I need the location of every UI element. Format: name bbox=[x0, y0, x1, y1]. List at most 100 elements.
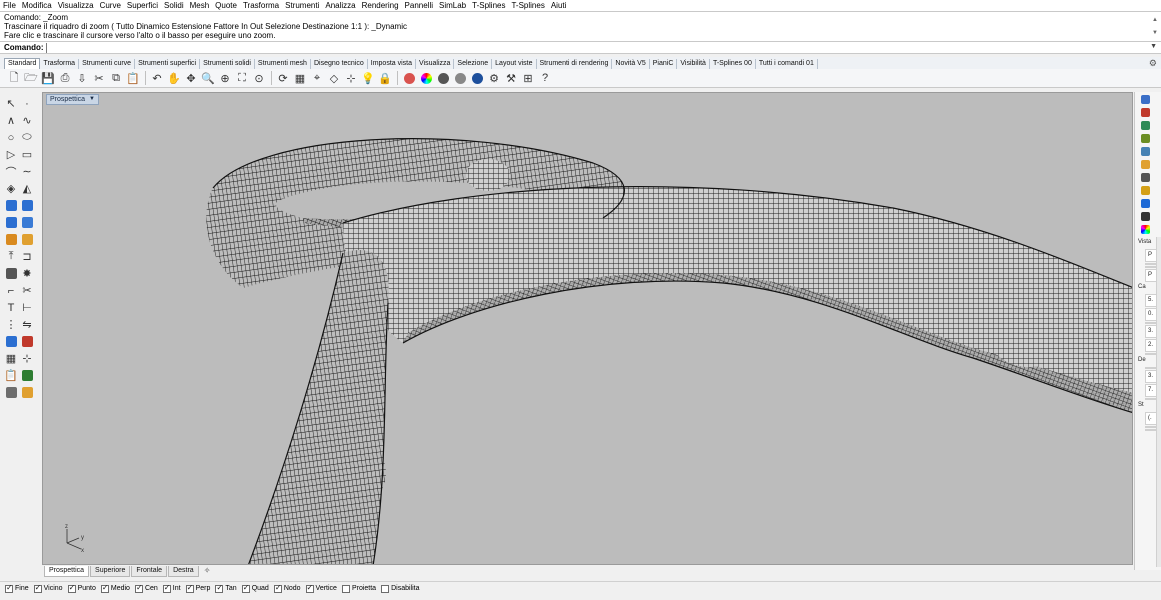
explode-icon[interactable]: ✸ bbox=[19, 266, 35, 282]
extrude-icon[interactable]: ⤒ bbox=[3, 249, 19, 265]
text-icon[interactable]: T bbox=[3, 300, 19, 316]
osnap-cen[interactable]: Cen bbox=[134, 583, 158, 593]
menu-item-t-splines[interactable]: T-Splines bbox=[511, 0, 544, 11]
import-icon[interactable]: ⇩ bbox=[74, 71, 90, 86]
undo-icon[interactable]: ↶ bbox=[149, 71, 165, 86]
color-wheel-icon[interactable] bbox=[418, 71, 434, 86]
command-history-scrollbar[interactable]: ▲ ▼ bbox=[1151, 14, 1159, 40]
menu-item-pannelli[interactable]: Pannelli bbox=[405, 0, 433, 11]
tab-strumenti-mesh[interactable]: Strumenti mesh bbox=[255, 59, 311, 69]
zoom-icon[interactable]: 🔍 bbox=[200, 71, 216, 86]
freeform-icon[interactable]: ∼ bbox=[19, 164, 35, 180]
grid-icon[interactable]: ▦ bbox=[3, 351, 19, 367]
tab-pianic[interactable]: PianiC bbox=[650, 59, 678, 69]
viewport-title-button[interactable]: Prospettica ▼ bbox=[46, 94, 99, 105]
tab-trasforma[interactable]: Trasforma bbox=[40, 59, 80, 69]
plane-icon[interactable]: ◇ bbox=[326, 71, 342, 86]
tab-standard[interactable]: Standard bbox=[4, 58, 41, 69]
polygon-icon[interactable]: ▷ bbox=[3, 147, 19, 163]
fillet-icon[interactable] bbox=[19, 232, 35, 248]
color-icon[interactable] bbox=[1139, 223, 1151, 235]
tab-strumenti-curve[interactable]: Strumenti curve bbox=[79, 59, 136, 69]
osnap-vicino[interactable]: Vicino bbox=[33, 583, 63, 593]
menu-item-trasforma[interactable]: Trasforma bbox=[243, 0, 279, 11]
array-icon[interactable]: ⋮ bbox=[3, 317, 19, 333]
view-tab-superiore[interactable]: Superiore bbox=[90, 566, 131, 577]
tab-tutti-i-comandi-01[interactable]: Tutti i comandi 01 bbox=[756, 59, 818, 69]
settings-icon[interactable]: ⚒ bbox=[503, 71, 519, 86]
tab-strumenti-di-rendering[interactable]: Strumenti di rendering bbox=[537, 59, 613, 69]
menu-item-file[interactable]: File bbox=[3, 0, 16, 11]
env-icon[interactable] bbox=[1139, 210, 1151, 222]
clipboard-icon[interactable]: 📋 bbox=[3, 368, 19, 384]
osnap-medio[interactable]: Medio bbox=[100, 583, 130, 593]
help-icon[interactable]: ? bbox=[537, 71, 553, 86]
cylinder-icon[interactable] bbox=[3, 215, 19, 231]
layers-icon[interactable] bbox=[1139, 106, 1151, 118]
menu-item-quote[interactable]: Quote bbox=[215, 0, 237, 11]
menu-item-simlab[interactable]: SimLab bbox=[439, 0, 466, 11]
material-icon[interactable] bbox=[19, 334, 35, 350]
menu-item-aiuti[interactable]: Aiuti bbox=[551, 0, 567, 11]
new-file-icon[interactable]: 🗋 bbox=[6, 71, 22, 86]
osnap-checkbox[interactable] bbox=[341, 584, 350, 593]
layout-icon[interactable]: ⊞ bbox=[520, 71, 536, 86]
osnap-perp[interactable]: Perp bbox=[185, 583, 210, 593]
material-icon[interactable] bbox=[401, 71, 417, 86]
menu-item-superfici[interactable]: Superfici bbox=[127, 0, 158, 11]
view-tab-prospettica[interactable]: Prospettica bbox=[44, 566, 90, 577]
group-icon[interactable] bbox=[3, 266, 19, 282]
osnap-punto[interactable]: Punto bbox=[67, 583, 96, 593]
tab-t-splines-00[interactable]: T-Splines 00 bbox=[710, 59, 756, 69]
osnap-proietta[interactable]: Proietta bbox=[341, 584, 376, 593]
render-icon[interactable] bbox=[3, 334, 19, 350]
add-viewport-icon[interactable]: ✧ bbox=[200, 566, 215, 575]
tab-strumenti-superfici[interactable]: Strumenti superfici bbox=[135, 59, 201, 69]
check-icon[interactable] bbox=[19, 368, 35, 384]
menu-item-curve[interactable]: Curve bbox=[100, 0, 121, 11]
fillet-edge-icon[interactable]: ⌐ bbox=[3, 283, 19, 299]
osnap-checkbox[interactable] bbox=[185, 583, 194, 593]
tab-strumenti-solidi[interactable]: Strumenti solidi bbox=[200, 59, 255, 69]
warning-icon[interactable] bbox=[19, 385, 35, 401]
tab-disegno-tecnico[interactable]: Disegno tecnico bbox=[311, 59, 368, 69]
arc-icon[interactable]: ⌒ bbox=[3, 164, 19, 180]
osnap-checkbox[interactable] bbox=[273, 583, 282, 593]
tab-layout-viste[interactable]: Layout viste bbox=[492, 59, 537, 69]
shaded-sphere-icon[interactable] bbox=[452, 71, 468, 86]
rendered-sphere-icon[interactable] bbox=[469, 71, 485, 86]
copy-icon[interactable]: ⧉ bbox=[108, 71, 124, 86]
polyline-icon[interactable]: ∧ bbox=[3, 113, 19, 129]
scroll-up-icon[interactable]: ▲ bbox=[1151, 14, 1159, 27]
mirror-icon[interactable]: ⇋ bbox=[19, 317, 35, 333]
move-view-icon[interactable]: ✥ bbox=[183, 71, 199, 86]
cut-icon[interactable]: ✂ bbox=[91, 71, 107, 86]
analyze-icon[interactable] bbox=[3, 385, 19, 401]
zoom-extents-icon[interactable]: ⛶ bbox=[234, 71, 250, 86]
command-input[interactable] bbox=[45, 42, 1146, 53]
lock-icon[interactable]: 🔒 bbox=[377, 71, 393, 86]
point-icon[interactable]: · bbox=[19, 96, 35, 112]
curve-icon[interactable]: ∿ bbox=[19, 113, 35, 129]
rotate-view-icon[interactable]: ⟳ bbox=[275, 71, 291, 86]
paste-icon[interactable]: 📋 bbox=[125, 71, 141, 86]
osnap-checkbox[interactable] bbox=[241, 583, 250, 593]
materials-icon[interactable] bbox=[1139, 132, 1151, 144]
four-views-icon[interactable]: ▦ bbox=[292, 71, 308, 86]
chevron-down-icon[interactable]: ▼ bbox=[89, 95, 95, 104]
properties-icon[interactable]: ⚙ bbox=[486, 71, 502, 86]
properties-icon[interactable] bbox=[1139, 93, 1151, 105]
gear-icon[interactable]: ⚙ bbox=[1149, 58, 1157, 69]
menu-item-t-splines[interactable]: T-Splines bbox=[472, 0, 505, 11]
osnap-checkbox[interactable] bbox=[134, 583, 143, 593]
loft-icon[interactable]: ◭ bbox=[19, 181, 35, 197]
view-tab-frontale[interactable]: Frontale bbox=[131, 566, 168, 577]
osnap-checkbox[interactable] bbox=[100, 583, 109, 593]
osnap-checkbox[interactable] bbox=[305, 583, 314, 593]
properties-scrollbar[interactable] bbox=[1156, 237, 1161, 567]
select-icon[interactable]: ↖ bbox=[3, 96, 19, 112]
scroll-down-icon[interactable]: ▼ bbox=[1151, 27, 1159, 40]
menu-item-modifica[interactable]: Modifica bbox=[22, 0, 52, 11]
display-icon[interactable] bbox=[1139, 145, 1151, 157]
tab-visualizza[interactable]: Visualizza bbox=[416, 59, 455, 69]
